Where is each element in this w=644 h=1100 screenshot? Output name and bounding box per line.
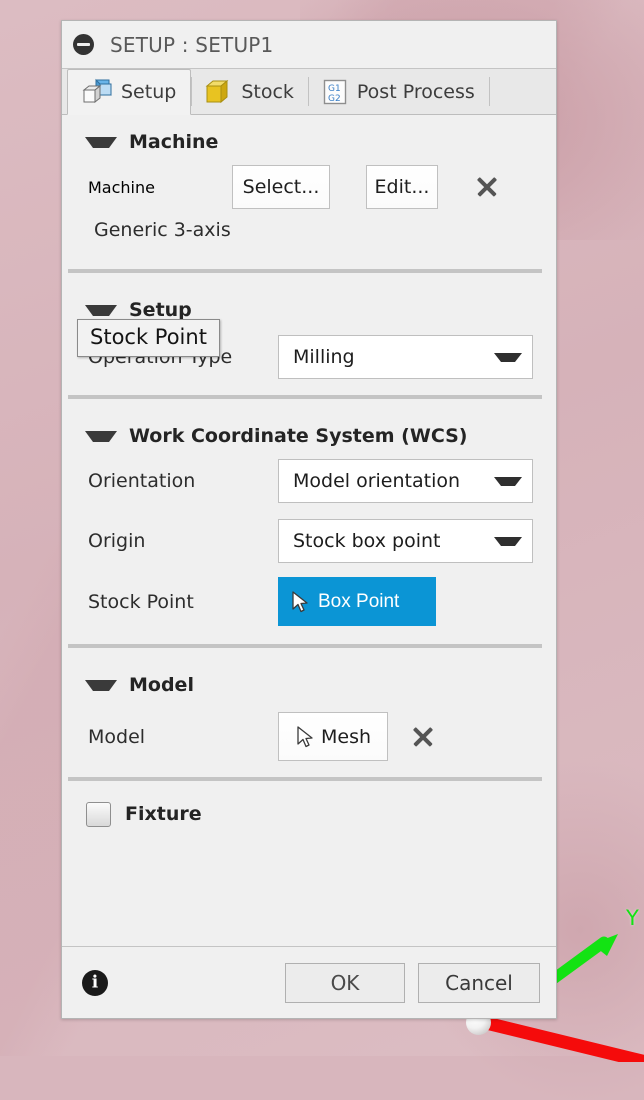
chevron-down-icon — [85, 136, 117, 148]
setup-boxes-icon — [82, 78, 112, 104]
machine-clear-x-icon[interactable] — [472, 172, 502, 202]
model-clear-x-icon[interactable] — [408, 722, 438, 752]
divider-wcs — [68, 644, 542, 648]
machine-select-button[interactable]: Select... — [232, 165, 330, 209]
tab-overflow-divider — [488, 69, 493, 114]
dialog-titlebar: SETUP : SETUP1 — [62, 21, 556, 69]
machine-row: Machine Select... Edit... — [62, 159, 556, 215]
stock-point-tooltip: Stock Point — [77, 319, 220, 358]
tab-setup-label: Setup — [121, 81, 177, 103]
section-header-model[interactable]: Model — [62, 658, 556, 702]
selection-cursor-icon — [297, 725, 313, 747]
svg-text:G1: G1 — [328, 84, 341, 94]
cancel-button[interactable]: Cancel — [418, 962, 540, 1003]
orientation-value: Model orientation — [293, 470, 461, 492]
orientation-label: Orientation — [88, 470, 196, 492]
section-header-machine[interactable]: Machine — [62, 115, 556, 159]
stock-point-box-point-button[interactable]: Box Point — [278, 577, 436, 626]
origin-value: Stock box point — [293, 530, 441, 552]
stock-point-label: Stock Point — [88, 590, 194, 613]
collapse-circle-icon[interactable] — [73, 34, 94, 55]
fixture-checkbox[interactable] — [86, 801, 111, 827]
selection-cursor-icon — [292, 590, 308, 612]
operation-type-value: Milling — [293, 346, 355, 368]
fixture-label: Fixture — [125, 803, 202, 825]
dialog-body: Machine Machine Select... Edit... Generi… — [62, 115, 556, 946]
machine-row-label: Machine — [88, 177, 155, 197]
origin-label: Origin — [88, 530, 146, 552]
tab-stock-label: Stock — [241, 80, 294, 103]
fixture-row[interactable]: Fixture — [62, 791, 556, 837]
origin-select[interactable]: Stock box point — [278, 519, 533, 563]
model-mesh-button-label: Mesh — [320, 725, 372, 748]
section-header-model-label: Model — [129, 674, 194, 696]
chevron-down-icon — [85, 430, 117, 442]
model-mesh-button[interactable]: Mesh — [278, 712, 388, 761]
gcode-document-icon: G1 G2 — [323, 79, 347, 104]
model-row-label: Model — [88, 725, 146, 748]
stock-point-button-label: Box Point — [318, 590, 400, 612]
svg-text:G2: G2 — [328, 94, 341, 104]
setup-dialog: SETUP : SETUP1 Setup Stock G1 G2 Post Pr… — [61, 20, 557, 1019]
dialog-tabbar: Setup Stock G1 G2 Post Process — [62, 69, 556, 115]
tab-post-process-label: Post Process — [356, 80, 475, 103]
section-header-wcs-label: Work Coordinate System (WCS) — [129, 425, 468, 447]
chevron-down-icon — [494, 536, 522, 546]
axis-x-arrow-icon — [470, 1016, 644, 1062]
tab-stock[interactable]: Stock — [191, 69, 308, 114]
chevron-down-icon — [494, 476, 522, 486]
orientation-row: Orientation Model orientation — [62, 459, 556, 503]
axis-y-arrow-icon — [552, 934, 618, 984]
divider-setup — [68, 395, 542, 399]
chevron-down-icon — [85, 679, 117, 691]
origin-row: Origin Stock box point — [62, 519, 556, 563]
info-icon[interactable] — [82, 969, 108, 996]
tab-setup[interactable]: Setup — [67, 69, 192, 115]
stock-cube-icon — [205, 79, 229, 104]
divider-machine — [68, 269, 542, 273]
operation-type-select[interactable]: Milling — [278, 335, 533, 379]
machine-name-value: Generic 3-axis — [94, 219, 231, 241]
tab-post-process[interactable]: G1 G2 Post Process — [307, 69, 489, 114]
chevron-down-icon — [85, 304, 117, 316]
section-header-wcs[interactable]: Work Coordinate System (WCS) — [62, 409, 556, 453]
chevron-down-icon — [494, 352, 522, 362]
section-header-setup-label: Setup — [129, 299, 192, 321]
model-row: Model Mesh — [62, 712, 556, 761]
axis-y-label: Y — [626, 906, 639, 930]
divider-model — [68, 777, 542, 781]
machine-edit-button[interactable]: Edit... — [366, 165, 438, 209]
ok-button[interactable]: OK — [285, 962, 405, 1003]
dialog-title: SETUP : SETUP1 — [110, 32, 274, 57]
stock-point-row: Stock Point Box Point — [62, 577, 556, 626]
dialog-footer: OK Cancel — [62, 946, 556, 1018]
orientation-select[interactable]: Model orientation — [278, 459, 533, 503]
section-header-machine-label: Machine — [129, 131, 219, 153]
